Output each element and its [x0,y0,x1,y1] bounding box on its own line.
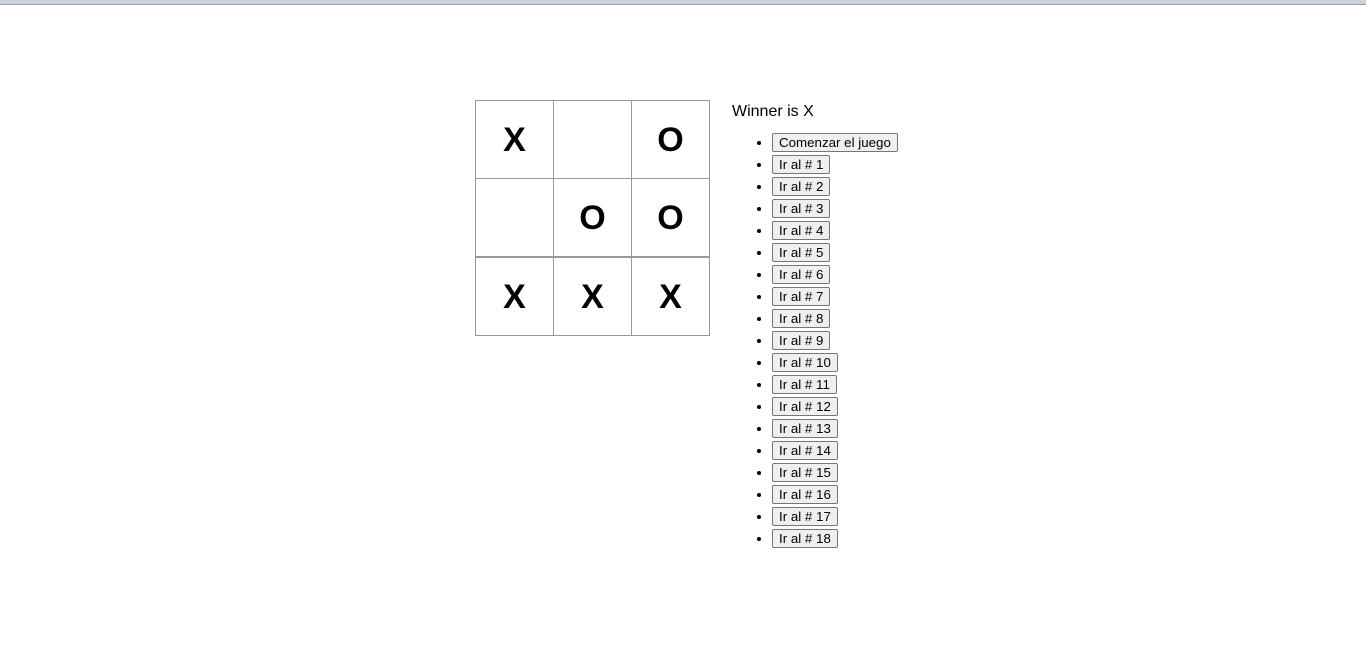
game-info-panel: Winner is X Comenzar el juego Ir al # 1 … [732,100,898,549]
list-item: Ir al # 2 [772,175,898,197]
board-row: X X X [475,257,712,337]
board-square-3[interactable] [475,178,554,257]
list-item: Ir al # 10 [772,351,898,373]
list-item: Ir al # 16 [772,483,898,505]
game-board: X O O O X X X [475,100,712,337]
move-button-4[interactable]: Ir al # 4 [772,221,831,241]
tic-tac-toe-game: X O O O X X X Winner is X Comenzar el ju… [475,100,898,549]
board-row: X O [475,100,712,179]
list-item: Ir al # 5 [772,241,898,263]
game-status: Winner is X [732,103,814,120]
list-item: Ir al # 17 [772,505,898,527]
move-button-7[interactable]: Ir al # 7 [772,287,831,307]
list-item: Ir al # 1 [772,153,898,175]
board-square-1[interactable] [553,100,632,179]
list-item: Ir al # 8 [772,307,898,329]
board-row: O O [475,178,712,258]
board-square-0[interactable]: X [475,100,554,179]
move-button-1[interactable]: Ir al # 1 [772,155,831,175]
move-button-9[interactable]: Ir al # 9 [772,331,831,351]
list-item: Ir al # 15 [772,461,898,483]
move-button-18[interactable]: Ir al # 18 [772,529,838,549]
move-button-11[interactable]: Ir al # 11 [772,375,837,395]
move-button-10[interactable]: Ir al # 10 [772,353,838,373]
list-item: Ir al # 13 [772,417,898,439]
move-button-6[interactable]: Ir al # 6 [772,265,831,285]
move-button-15[interactable]: Ir al # 15 [772,463,838,483]
board-square-6[interactable]: X [475,257,554,336]
board-square-8[interactable]: X [631,257,710,336]
list-item: Ir al # 4 [772,219,898,241]
move-button-3[interactable]: Ir al # 3 [772,199,831,219]
move-button-13[interactable]: Ir al # 13 [772,419,838,439]
move-button-8[interactable]: Ir al # 8 [772,309,831,329]
board-square-5[interactable]: O [631,178,710,257]
list-item: Comenzar el juego [772,131,898,153]
list-item: Ir al # 9 [772,329,898,351]
move-button-16[interactable]: Ir al # 16 [772,485,838,505]
move-button-2[interactable]: Ir al # 2 [772,177,831,197]
list-item: Ir al # 7 [772,285,898,307]
board-square-2[interactable]: O [631,100,710,179]
list-item: Ir al # 6 [772,263,898,285]
move-button-17[interactable]: Ir al # 17 [772,507,838,527]
move-button-5[interactable]: Ir al # 5 [772,243,831,263]
list-item: Ir al # 14 [772,439,898,461]
move-history-list: Comenzar el juego Ir al # 1 Ir al # 2 Ir… [732,131,898,549]
move-button-0[interactable]: Comenzar el juego [772,133,898,153]
list-item: Ir al # 18 [772,527,898,549]
board-square-7[interactable]: X [553,257,632,336]
move-button-14[interactable]: Ir al # 14 [772,441,838,461]
board-square-4[interactable]: O [553,178,632,257]
list-item: Ir al # 12 [772,395,898,417]
browser-chrome-strip [0,0,1366,5]
list-item: Ir al # 3 [772,197,898,219]
list-item: Ir al # 11 [772,373,898,395]
move-button-12[interactable]: Ir al # 12 [772,397,838,417]
